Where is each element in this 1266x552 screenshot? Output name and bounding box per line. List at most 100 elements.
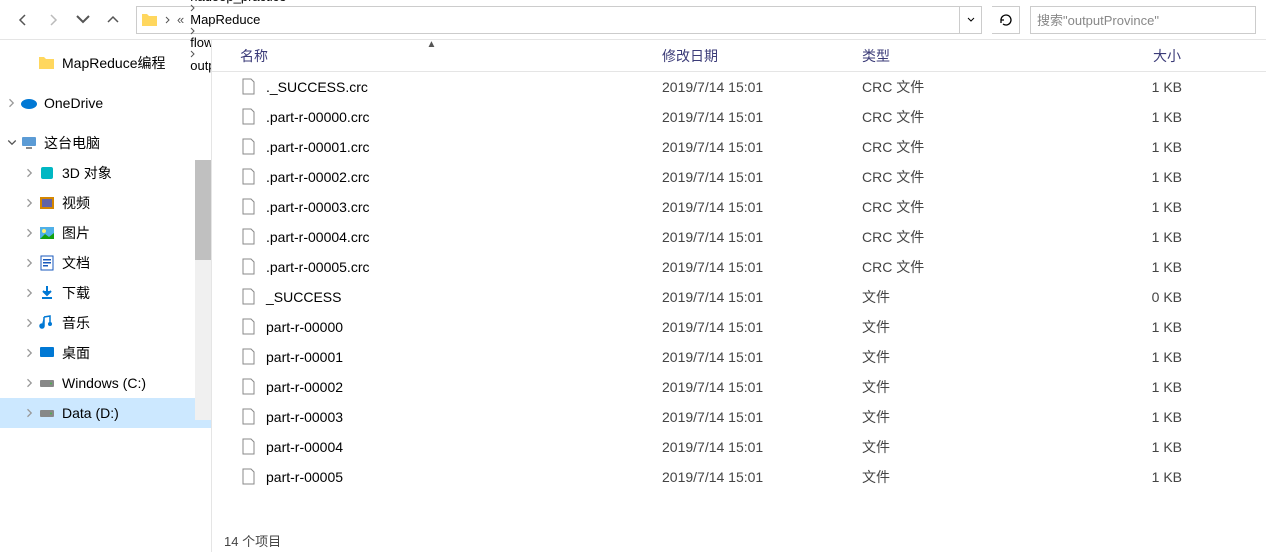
sidebar-item-label: 视频 — [62, 193, 90, 213]
file-icon — [240, 378, 258, 396]
scrollbar[interactable] — [195, 160, 211, 420]
file-size: 1 KB — [1052, 139, 1192, 155]
file-row[interactable]: part-r-000052019/7/14 15:01文件1 KB — [212, 462, 1266, 492]
refresh-button[interactable] — [992, 6, 1020, 34]
file-size: 1 KB — [1052, 439, 1192, 455]
tree-arrow-icon[interactable] — [4, 98, 20, 108]
file-date: 2019/7/14 15:01 — [652, 469, 852, 485]
column-name[interactable]: ▲名称 — [212, 40, 652, 71]
file-name: .part-r-00001.crc — [266, 139, 652, 155]
file-date: 2019/7/14 15:01 — [652, 289, 852, 305]
file-row[interactable]: .part-r-00004.crc2019/7/14 15:01CRC 文件1 … — [212, 222, 1266, 252]
breadcrumb-item[interactable]: MapReduce — [186, 12, 290, 27]
tree-arrow-icon[interactable] — [22, 198, 38, 208]
tree-arrow-icon[interactable] — [22, 408, 38, 418]
file-row[interactable]: part-r-000002019/7/14 15:01文件1 KB — [212, 312, 1266, 342]
tree-arrow-icon[interactable] — [22, 378, 38, 388]
tree-arrow-icon[interactable] — [22, 348, 38, 358]
column-type[interactable]: 类型 — [852, 40, 1052, 71]
sidebar-item-label: 下载 — [62, 283, 90, 303]
sidebar-item[interactable]: Windows (C:) — [0, 368, 211, 398]
file-name: ._SUCCESS.crc — [266, 79, 652, 95]
search-input[interactable]: 搜索"outputProvince" — [1030, 6, 1256, 34]
chevron-right-icon[interactable] — [186, 4, 290, 12]
up-button[interactable] — [100, 7, 126, 33]
onedrive-icon — [20, 94, 38, 112]
sidebar-item[interactable]: 图片 — [0, 218, 211, 248]
file-row[interactable]: ._SUCCESS.crc2019/7/14 15:01CRC 文件1 KB — [212, 72, 1266, 102]
file-type: 文件 — [852, 467, 1052, 487]
folder-icon — [38, 54, 56, 72]
file-type: CRC 文件 — [852, 107, 1052, 127]
file-row[interactable]: .part-r-00001.crc2019/7/14 15:01CRC 文件1 … — [212, 132, 1266, 162]
file-type: CRC 文件 — [852, 167, 1052, 187]
sidebar-item[interactable]: 3D 对象 — [0, 158, 211, 188]
chevron-right-icon[interactable] — [186, 27, 290, 35]
sidebar-item-label: Data (D:) — [62, 405, 119, 421]
tree-arrow-icon[interactable] — [22, 168, 38, 178]
file-row[interactable]: .part-r-00002.crc2019/7/14 15:01CRC 文件1 … — [212, 162, 1266, 192]
file-size: 1 KB — [1052, 229, 1192, 245]
tree-arrow-icon[interactable] — [4, 138, 20, 148]
column-size[interactable]: 大小 — [1052, 40, 1192, 71]
file-icon — [240, 468, 258, 486]
sidebar-item[interactable]: 下载 — [0, 278, 211, 308]
file-name: .part-r-00003.crc — [266, 199, 652, 215]
file-size: 0 KB — [1052, 289, 1192, 305]
back-button[interactable] — [10, 7, 36, 33]
file-row[interactable]: _SUCCESS2019/7/14 15:01文件0 KB — [212, 282, 1266, 312]
file-icon — [240, 198, 258, 216]
file-name: part-r-00000 — [266, 319, 652, 335]
file-date: 2019/7/14 15:01 — [652, 379, 852, 395]
file-row[interactable]: .part-r-00003.crc2019/7/14 15:01CRC 文件1 … — [212, 192, 1266, 222]
sidebar-item[interactable]: 视频 — [0, 188, 211, 218]
forward-button[interactable] — [40, 7, 66, 33]
3d-icon — [38, 164, 56, 182]
breadcrumb-item[interactable]: hadoop_practice — [186, 0, 290, 4]
file-type: 文件 — [852, 347, 1052, 367]
tree-arrow-icon[interactable] — [22, 318, 38, 328]
sidebar-item[interactable]: OneDrive — [0, 88, 211, 118]
file-list: ▲名称 修改日期 类型 大小 ._SUCCESS.crc2019/7/14 15… — [212, 40, 1266, 552]
file-row[interactable]: part-r-000032019/7/14 15:01文件1 KB — [212, 402, 1266, 432]
sidebar-item-label: 3D 对象 — [62, 163, 112, 183]
file-date: 2019/7/14 15:01 — [652, 199, 852, 215]
file-name: part-r-00003 — [266, 409, 652, 425]
toolbar: « Practice_Filehadoop_practiceMapReducef… — [0, 0, 1266, 40]
tree-arrow-icon[interactable] — [22, 258, 38, 268]
column-date[interactable]: 修改日期 — [652, 40, 852, 71]
sidebar-item[interactable]: 音乐 — [0, 308, 211, 338]
sidebar-item-label: 这台电脑 — [44, 133, 100, 153]
sidebar-item[interactable]: MapReduce编程 — [0, 48, 211, 78]
file-row[interactable]: part-r-000012019/7/14 15:01文件1 KB — [212, 342, 1266, 372]
pic-icon — [38, 224, 56, 242]
file-date: 2019/7/14 15:01 — [652, 109, 852, 125]
file-row[interactable]: part-r-000022019/7/14 15:01文件1 KB — [212, 372, 1266, 402]
sidebar-item[interactable]: 桌面 — [0, 338, 211, 368]
sidebar-item[interactable]: 这台电脑 — [0, 128, 211, 158]
file-date: 2019/7/14 15:01 — [652, 139, 852, 155]
file-name: part-r-00004 — [266, 439, 652, 455]
file-type: 文件 — [852, 287, 1052, 307]
file-name: part-r-00005 — [266, 469, 652, 485]
chevron-right-icon[interactable] — [161, 16, 175, 24]
recent-dropdown[interactable] — [70, 7, 96, 33]
tree-arrow-icon[interactable] — [22, 288, 38, 298]
sidebar-item-label: 桌面 — [62, 343, 90, 363]
file-row[interactable]: .part-r-00005.crc2019/7/14 15:01CRC 文件1 … — [212, 252, 1266, 282]
file-icon — [240, 438, 258, 456]
breadcrumb-dropdown[interactable] — [959, 7, 981, 33]
file-size: 1 KB — [1052, 379, 1192, 395]
file-type: 文件 — [852, 317, 1052, 337]
dl-icon — [38, 284, 56, 302]
file-icon — [240, 258, 258, 276]
tree-arrow-icon[interactable] — [22, 228, 38, 238]
file-size: 1 KB — [1052, 199, 1192, 215]
file-row[interactable]: .part-r-00000.crc2019/7/14 15:01CRC 文件1 … — [212, 102, 1266, 132]
file-size: 1 KB — [1052, 169, 1192, 185]
file-date: 2019/7/14 15:01 — [652, 259, 852, 275]
sidebar-item[interactable]: Data (D:) — [0, 398, 211, 428]
file-row[interactable]: part-r-000042019/7/14 15:01文件1 KB — [212, 432, 1266, 462]
sidebar-item[interactable]: 文档 — [0, 248, 211, 278]
breadcrumb[interactable]: « Practice_Filehadoop_practiceMapReducef… — [136, 6, 982, 34]
